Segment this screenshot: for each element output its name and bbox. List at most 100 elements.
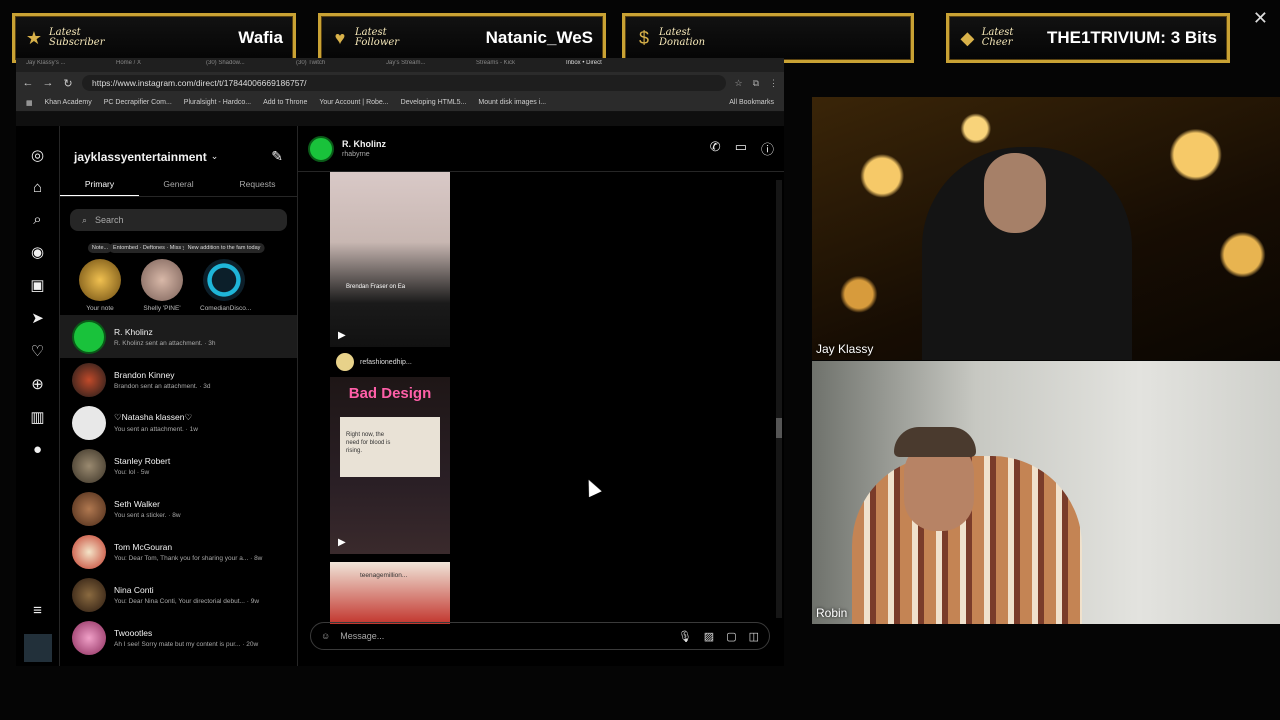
message-placeholder: Message... xyxy=(340,631,385,641)
conversation-name[interactable]: R. Kholinz xyxy=(342,139,386,149)
thread-preview: You: lol · 5w xyxy=(114,468,150,476)
sticker-icon[interactable]: ◫ xyxy=(749,630,759,643)
webcam-label: Robin xyxy=(816,606,848,620)
video-call-icon[interactable]: ▭ xyxy=(735,139,747,158)
dashboard-icon[interactable]: ▥ xyxy=(30,408,44,426)
all-bookmarks[interactable]: All Bookmarks xyxy=(729,99,774,106)
avatar xyxy=(72,362,106,397)
reel-card-text: Right now, the need for blood is rising. xyxy=(346,432,391,454)
inbox-panel: jayklassyentertainment ⌄ ✎ Primary Gener… xyxy=(60,126,298,666)
webcam-face xyxy=(984,153,1046,233)
bookmarks-bar: ▦ Khan Academy PC Decrapifier Com... Plu… xyxy=(16,94,784,112)
shared-reel[interactable]: teenagemillion... xyxy=(330,562,450,624)
thread-item[interactable]: Brandon Kinney Brandon sent an attachment… xyxy=(60,358,297,401)
instagram-icon[interactable]: ◎ xyxy=(31,146,44,164)
bookmark-item[interactable]: Pluralsight - Hardco... xyxy=(184,99,251,106)
bookmark-item[interactable]: Khan Academy xyxy=(45,99,92,106)
avatar xyxy=(72,620,106,655)
avatar xyxy=(203,259,245,301)
avatar[interactable] xyxy=(308,135,334,162)
browser-tab[interactable]: Home / X xyxy=(116,60,202,70)
bookmark-item[interactable]: Add to Throne xyxy=(263,99,307,106)
bookmark-item[interactable]: Developing HTML5... xyxy=(401,99,467,106)
thread-preview: Brandon sent an attachment. · 3d xyxy=(114,382,211,390)
message-input[interactable]: ☺ Message... 🎙 ▨ ▢ ◫ xyxy=(310,622,770,650)
bookmark-star-icon[interactable]: ☆ xyxy=(734,78,742,89)
shared-reel[interactable]: Brendan Fraser on Ea ▶ xyxy=(330,172,450,347)
browser-tab-active[interactable]: Inbox • Direct xyxy=(566,60,652,70)
reels-icon[interactable]: ▣ xyxy=(30,276,44,294)
note-name: Shelly 'PINE' xyxy=(143,305,181,312)
browser-tab[interactable]: Jay's Stream... xyxy=(386,60,472,70)
browser-tab[interactable]: (30) Twitch xyxy=(296,60,382,70)
browser-tab[interactable]: Jay Klassy's ... xyxy=(26,60,112,70)
image-icon[interactable]: ▨ xyxy=(704,630,714,643)
browser-tab[interactable]: (30) Shadow... xyxy=(206,60,292,70)
extensions-icon[interactable]: ⧉ xyxy=(753,78,759,89)
apps-icon[interactable]: ▦ xyxy=(26,99,33,107)
banner-label: Latest Cheer xyxy=(981,27,1014,48)
stream-overlay: ★ Latest Subscriber Wafia ♥ Latest Follo… xyxy=(0,0,1280,720)
home-icon[interactable]: ⌂ xyxy=(33,179,42,196)
microphone-icon[interactable]: 🎙 xyxy=(678,630,692,643)
post-user: refashionedhip... xyxy=(360,358,412,366)
note-item[interactable]: Note... Your note xyxy=(76,243,124,312)
thread-item[interactable]: Tom McGouran You: Dear Tom, Thank you for… xyxy=(60,530,297,573)
browser-toolbar: ☆ ⧉ ⋮ xyxy=(734,78,778,89)
menu-dots-icon[interactable]: ⋮ xyxy=(769,78,778,89)
conversation-header: R. Kholinz rhabyrne ✆ ▭ ⓘ xyxy=(298,126,784,172)
thread-item[interactable]: Twoootles Ah I see! Sorry mate but my con… xyxy=(60,616,297,659)
forward-icon[interactable]: → xyxy=(42,77,54,89)
account-switcher[interactable]: jayklassyentertainment xyxy=(74,150,207,164)
messages-icon[interactable]: ➤ xyxy=(31,309,44,327)
browser-tab[interactable]: Streams - Kick xyxy=(476,60,562,70)
thread-preview: You: Dear Nina Conti, Your directorial d… xyxy=(114,597,260,605)
avatar xyxy=(72,491,106,526)
create-icon[interactable]: ⊕ xyxy=(31,375,44,393)
thread-item[interactable]: Seth Walker You sent a sticker. · 8w xyxy=(60,487,297,530)
message-feed: Brendan Fraser on Ea ▶ refashionedhip...… xyxy=(330,172,450,624)
info-icon[interactable]: ⓘ xyxy=(761,139,774,158)
url-field[interactable]: https://www.instagram.com/direct/t/17844… xyxy=(82,75,727,91)
tab-requests[interactable]: Requests xyxy=(218,179,297,196)
phone-icon[interactable]: ✆ xyxy=(710,139,721,158)
thread-item[interactable]: ♡Natasha klassen♡ You sent an attachment.… xyxy=(60,401,297,444)
profile-icon[interactable]: ● xyxy=(33,441,42,458)
bookmark-item[interactable]: Your Account | Robe... xyxy=(319,99,388,106)
latest-follower-banner: ♥ Latest Follower Natanic_WeS xyxy=(318,13,606,63)
bookmark-item[interactable]: PC Decrapifier Com... xyxy=(104,99,172,106)
close-icon[interactable]: ✕ xyxy=(1253,8,1268,29)
thread-item[interactable]: Nina Conti You: Dear Nina Conti, Your dir… xyxy=(60,573,297,616)
gif-icon[interactable]: ▢ xyxy=(726,630,736,643)
search-input[interactable]: ⌕ Search xyxy=(70,209,287,231)
avatar xyxy=(336,353,354,371)
note-item[interactable]: New addition to the fam today ComedianDi… xyxy=(183,243,265,312)
thread-name: Seth Walker xyxy=(114,498,160,509)
tab-general[interactable]: General xyxy=(139,179,218,196)
thread-item[interactable]: R. Kholinz R. Kholinz sent an attachment.… xyxy=(60,315,297,358)
thread-name: Brandon Kinney xyxy=(114,369,175,380)
emoji-icon[interactable]: ☺ xyxy=(321,631,330,641)
banner-label: Latest Subscriber xyxy=(49,27,105,48)
note-item[interactable]: Entombed · Deftones · Miss you Jame... S… xyxy=(108,243,216,312)
reload-icon[interactable]: ↻ xyxy=(62,77,74,90)
thread-preview: You sent an attachment. · 1w xyxy=(114,426,198,433)
back-icon[interactable]: ← xyxy=(22,77,34,89)
banner-label: Latest Follower xyxy=(355,27,400,48)
more-menu-icon[interactable]: ≡ xyxy=(33,602,42,619)
thread-item[interactable]: Stanley Robert You: lol · 5w xyxy=(60,444,297,487)
explore-icon[interactable]: ◉ xyxy=(31,243,44,261)
compose-icon[interactable]: ✎ xyxy=(271,148,283,165)
avatar xyxy=(79,259,121,301)
tab-primary[interactable]: Primary xyxy=(60,179,139,196)
scrollbar[interactable] xyxy=(776,180,782,618)
shared-reel[interactable]: Bad Design Right now, the need for blood… xyxy=(330,377,450,554)
latest-cheer-banner: ◆ Latest Cheer THE1TRIVIUM: 3 Bits xyxy=(946,13,1230,63)
shared-post-header[interactable]: refashionedhip... xyxy=(330,347,450,377)
search-icon[interactable]: ⌕ xyxy=(33,211,41,228)
notifications-icon[interactable]: ♡ xyxy=(31,342,44,360)
banner-label: Latest Donation xyxy=(659,27,706,48)
bookmark-item[interactable]: Mount disk images i... xyxy=(478,99,546,106)
chevron-down-icon[interactable]: ⌄ xyxy=(211,151,219,162)
instagram-app: ◎ ⌂ ⌕ ◉ ▣ ➤ ♡ ⊕ ▥ ● ≡ jayklassyentertain… xyxy=(16,126,784,666)
